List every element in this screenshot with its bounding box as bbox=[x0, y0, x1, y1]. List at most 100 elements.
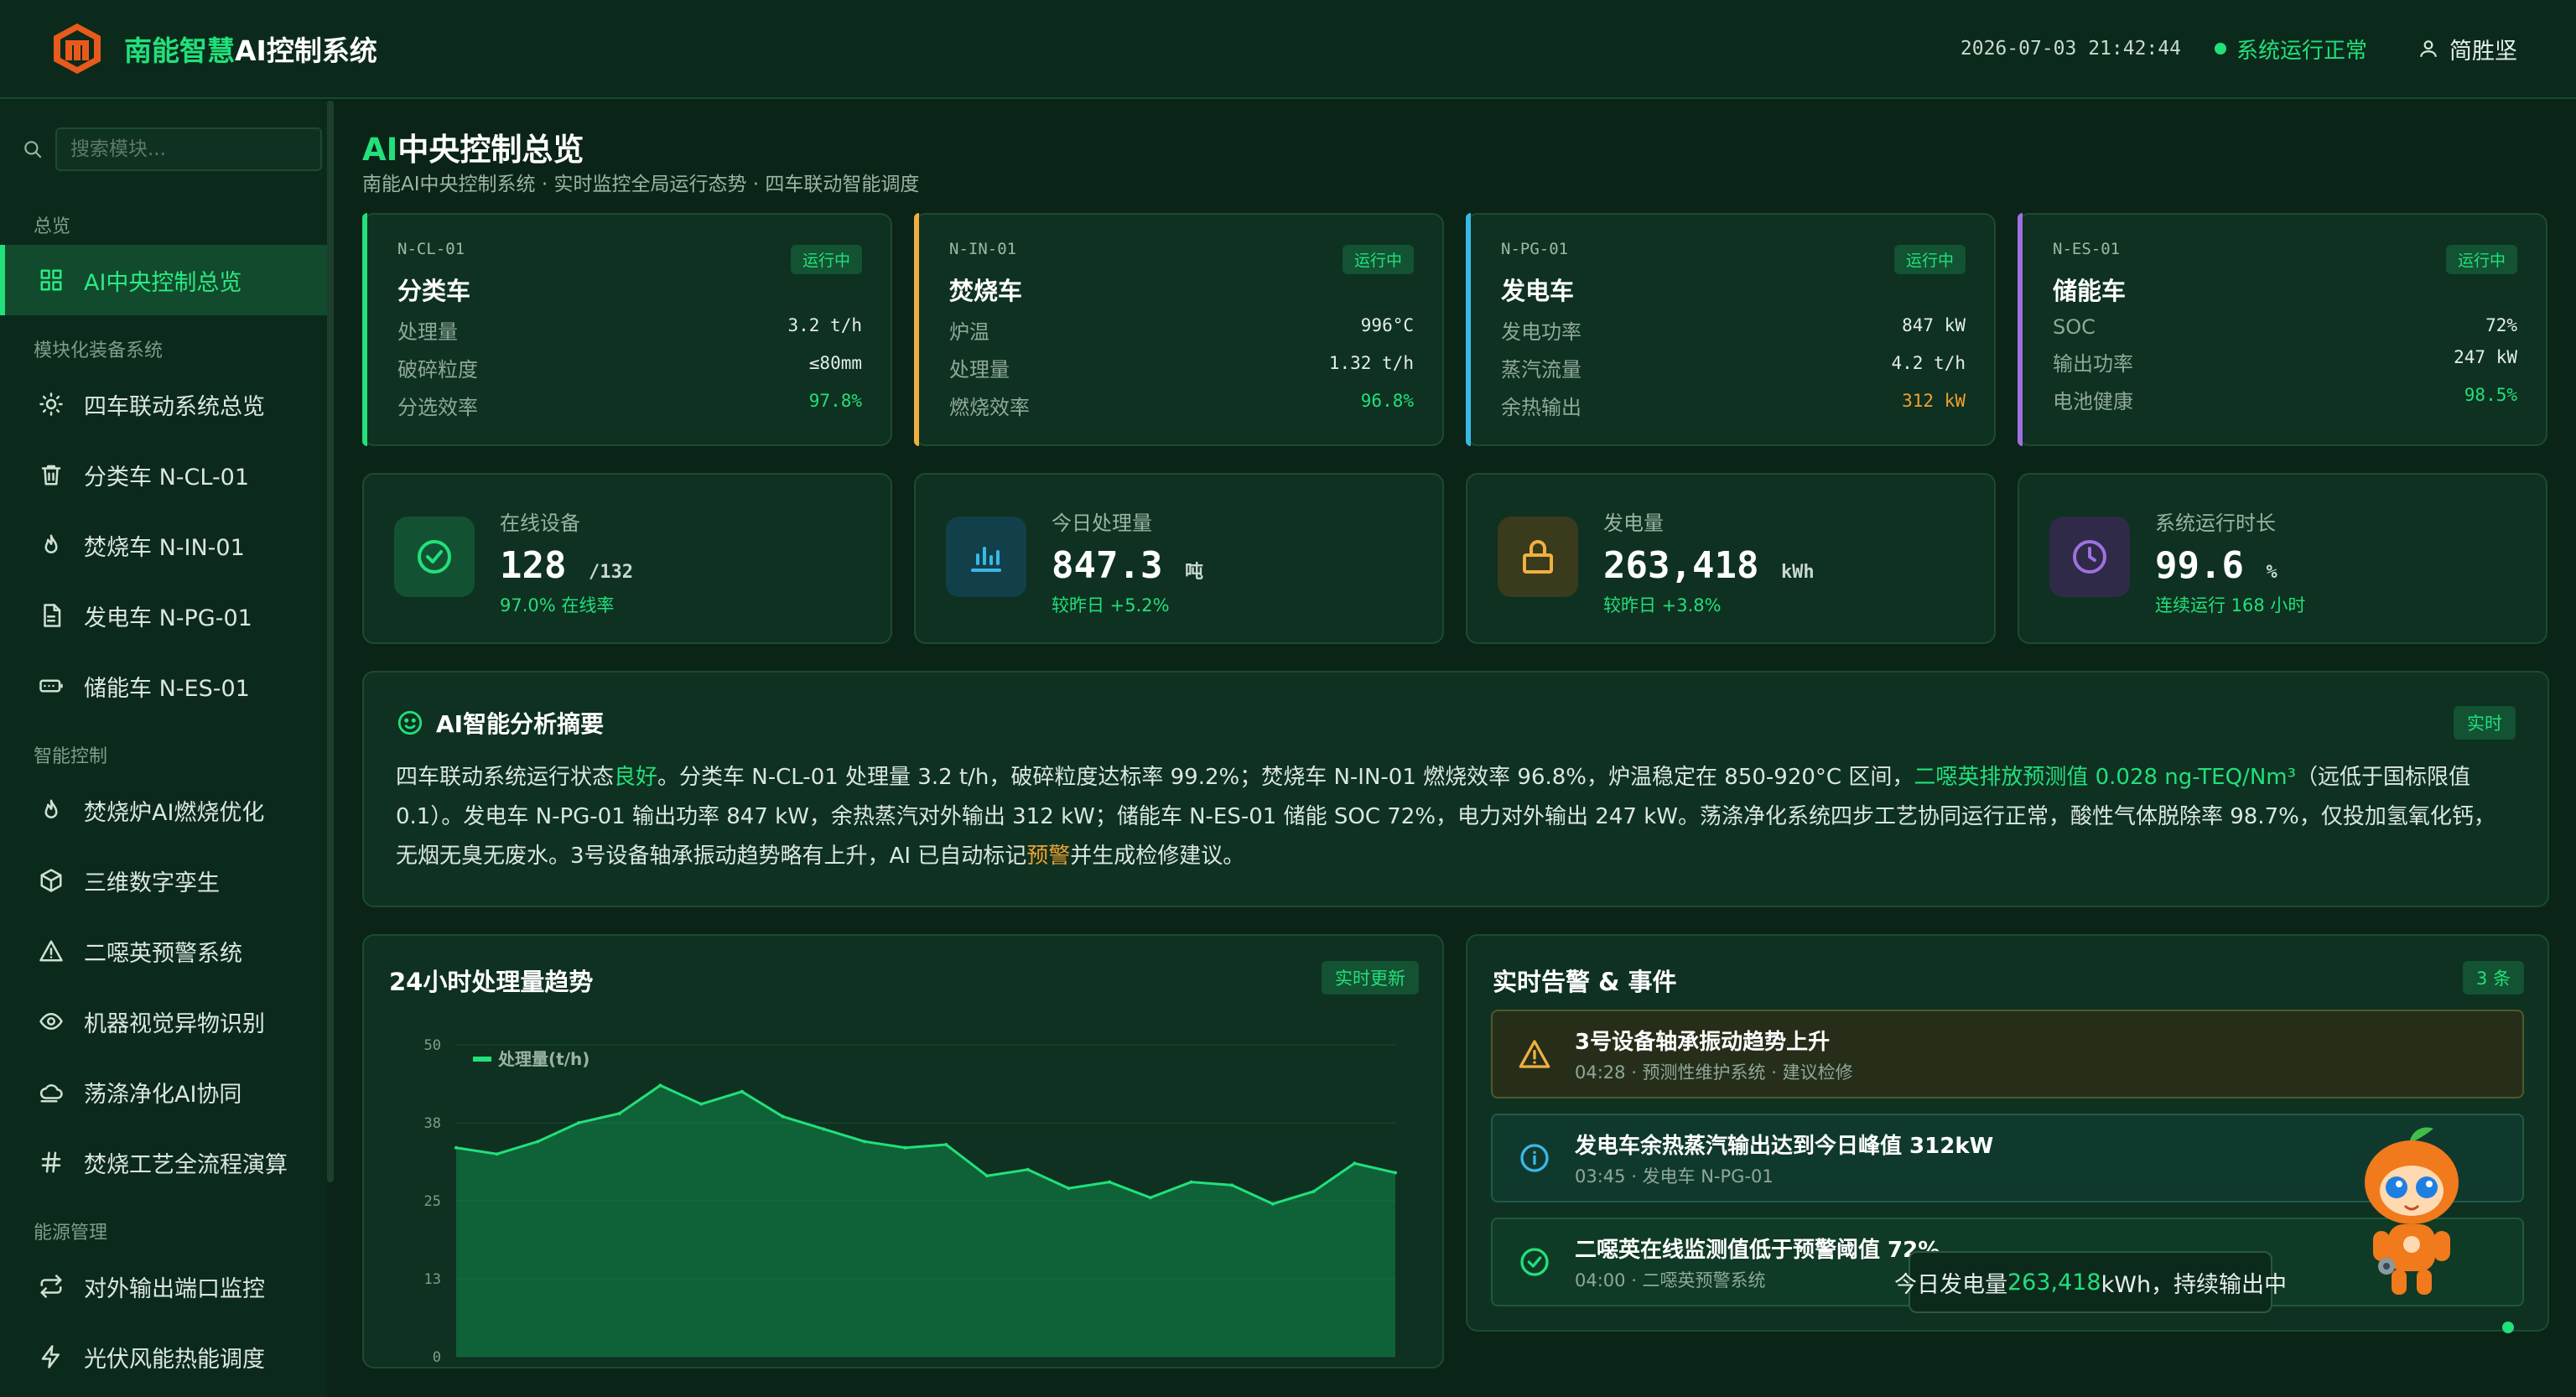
warning-icon bbox=[39, 940, 63, 962]
alerts-title: 实时告警 & 事件 bbox=[1493, 968, 1677, 996]
flame-icon bbox=[44, 534, 58, 553]
ai-summary-title: AI智能分析摘要 bbox=[436, 710, 605, 738]
y-tick-label: 38 bbox=[424, 1115, 441, 1132]
chart-title: 24小时处理量趋势 bbox=[389, 968, 594, 996]
stat-value: 128 /132 bbox=[500, 544, 633, 587]
alert-title: 二噁英在线监测值低于预警阈值 72% bbox=[1575, 1237, 1940, 1263]
chart-point bbox=[577, 1121, 581, 1124]
sidebar-item[interactable]: 机器视觉异物识别 bbox=[0, 986, 327, 1057]
chart-point bbox=[1311, 1189, 1316, 1193]
realtime-badge: 实时 bbox=[2454, 706, 2516, 740]
user-menu[interactable]: 简胜坚 bbox=[2418, 33, 2517, 65]
vehicle-card[interactable]: N-ES-01 运行中 储能车 SOC 72% 输出功率 247 kW 电池健康 98.5… bbox=[2018, 213, 2547, 446]
sidebar-item-label: 四车联动系统总览 bbox=[84, 393, 265, 420]
hash-icon bbox=[41, 1151, 61, 1173]
repeat-icon bbox=[40, 1275, 62, 1298]
sidebar-item-label: 二噁英预警系统 bbox=[84, 940, 242, 967]
ai-summary-text: 四车联动系统运行状态良好。分类车 N-CL-01 处理量 3.2 t/h，破碎粒… bbox=[396, 765, 2496, 869]
document-icon bbox=[44, 604, 61, 627]
sidebar-item[interactable]: 分类车 N-CL-01 bbox=[0, 439, 327, 510]
sidebar-item[interactable]: 光伏风能热能调度 bbox=[0, 1322, 327, 1392]
vehicle-card[interactable]: N-IN-01 运行中 焚烧车 炉温 996°C 处理量 1.32 t/h 燃烧效率 96… bbox=[914, 213, 1444, 446]
stat-icon-box bbox=[946, 517, 1026, 597]
chart-point bbox=[781, 1114, 785, 1119]
stat-note: 97.0% 在线率 bbox=[500, 595, 615, 615]
sidebar-item-label: 对外输出端口监控 bbox=[84, 1275, 265, 1302]
sidebar-scrollbar[interactable] bbox=[327, 101, 334, 1182]
battery-icon bbox=[39, 679, 63, 693]
y-tick-label: 13 bbox=[424, 1271, 441, 1288]
flame-icon bbox=[44, 799, 58, 818]
stat-label: 系统运行时长 bbox=[2155, 512, 2276, 535]
user-icon bbox=[2420, 40, 2437, 57]
alert-meta: 04:00 · 二噁英预警系统 bbox=[1575, 1270, 1766, 1291]
sidebar-item[interactable]: 三维数字孪生 bbox=[0, 845, 327, 916]
sidebar-item[interactable]: 荡涤净化AI协同 bbox=[0, 1057, 327, 1127]
stat-note: 连续运行 168 小时 bbox=[2155, 595, 2306, 615]
vehicle-card[interactable]: N-CL-01 运行中 分类车 处理量 3.2 t/h 破碎粒度 ≤80mm 分选效率 9… bbox=[362, 213, 892, 446]
trash-icon bbox=[41, 465, 61, 486]
trend-chart-card: 24小时处理量趋势 实时更新 01325385000:0003:0006:000… bbox=[362, 934, 1444, 1368]
chart-point bbox=[1353, 1161, 1357, 1166]
sidebar-item-label: 荡涤净化AI协同 bbox=[84, 1081, 242, 1108]
chart-badge: 实时更新 bbox=[1322, 961, 1419, 995]
sidebar-item-label: 焚烧炉AI燃烧优化 bbox=[84, 799, 265, 826]
clock-icon bbox=[2073, 540, 2106, 574]
lock-icon bbox=[1523, 540, 1553, 574]
alert-item[interactable]: 3号设备轴承振动趋势上升 04:28 · 预测性维护系统 · 建议检修 bbox=[1491, 1010, 2524, 1098]
chart-point bbox=[699, 1102, 704, 1106]
stat-value: 99.6 % bbox=[2155, 544, 2277, 587]
search-input[interactable] bbox=[55, 127, 322, 171]
vehicle-metric: 燃烧效率 96.8% bbox=[949, 391, 1414, 419]
vehicle-accent-bar bbox=[2018, 213, 2023, 446]
sidebar-item[interactable]: AI中央控制总览 bbox=[0, 245, 327, 315]
sidebar-item[interactable]: 发电车 N-PG-01 bbox=[0, 580, 327, 651]
sidebar-item[interactable]: 焚烧工艺全流程演算 bbox=[0, 1127, 327, 1197]
legend-label: 处理量(t/h) bbox=[497, 1049, 589, 1069]
chart-point bbox=[658, 1083, 662, 1088]
user-name: 简胜坚 bbox=[2449, 38, 2517, 65]
status-dot bbox=[2214, 43, 2226, 55]
stat-label: 发电量 bbox=[1603, 512, 1664, 535]
vehicle-status-badge: 运行中 bbox=[2445, 245, 2517, 274]
info-icon bbox=[1520, 1144, 1549, 1172]
vehicle-metric: 余热输出 312 kW bbox=[1501, 391, 1966, 419]
search-icon bbox=[24, 141, 42, 158]
bar-chart-icon bbox=[971, 547, 1001, 572]
logo-icon bbox=[54, 23, 101, 74]
sidebar-item-label: 发电车 N-PG-01 bbox=[84, 605, 252, 631]
stat-value: 263,418 kWh bbox=[1603, 544, 1815, 587]
chart-point bbox=[1148, 1196, 1152, 1200]
sidebar-item-label: AI中央控制总览 bbox=[84, 269, 242, 296]
y-tick-label: 25 bbox=[424, 1193, 441, 1210]
vehicle-metric: 分选效率 97.8% bbox=[397, 391, 862, 419]
system-status: 系统运行正常 bbox=[2214, 34, 2367, 65]
sidebar-item[interactable]: 焚烧炉AI燃烧优化 bbox=[0, 775, 327, 845]
sidebar-item[interactable]: 四车联动系统总览 bbox=[0, 369, 327, 439]
mascot-assistant[interactable] bbox=[2358, 1122, 2467, 1306]
legend-swatch bbox=[473, 1057, 491, 1062]
alert-title: 3号设备轴承振动趋势上升 bbox=[1575, 1029, 1831, 1055]
chart-point bbox=[1230, 1183, 1234, 1187]
page-title: AI中央控制总览 bbox=[362, 132, 584, 168]
cube-icon bbox=[40, 869, 62, 892]
chart-point bbox=[1026, 1167, 1030, 1171]
sidebar-item[interactable]: 对外输出端口监控 bbox=[0, 1251, 327, 1322]
vehicle-card[interactable]: N-PG-01 运行中 发电车 发电功率 847 kW 蒸汽流量 4.2 t/h 余热输… bbox=[1466, 213, 1996, 446]
nav-section-title: 智能控制 bbox=[34, 746, 108, 767]
chart-point bbox=[1108, 1180, 1112, 1184]
sidebar-item[interactable]: 焚烧车 N-IN-01 bbox=[0, 510, 327, 580]
sidebar-item[interactable]: 储能车 N-ES-01 bbox=[0, 651, 327, 721]
sidebar-item[interactable]: 二噁英预警系统 bbox=[0, 916, 327, 986]
vehicle-metric: 破碎粒度 ≤80mm bbox=[397, 353, 862, 382]
nav-section-title: 总览 bbox=[34, 216, 71, 237]
stat-icon-box bbox=[2049, 517, 2130, 597]
sidebar-item-label: 分类车 N-CL-01 bbox=[84, 464, 250, 491]
sidebar-item-label: 焚烧工艺全流程演算 bbox=[84, 1151, 288, 1178]
stat-value: 847.3 吨 bbox=[1052, 544, 1203, 587]
sidebar-search bbox=[22, 127, 322, 171]
warning-icon bbox=[1519, 1040, 1550, 1068]
y-tick-label: 0 bbox=[433, 1349, 441, 1363]
stat-label: 在线设备 bbox=[500, 512, 580, 535]
chart-point bbox=[617, 1111, 621, 1115]
